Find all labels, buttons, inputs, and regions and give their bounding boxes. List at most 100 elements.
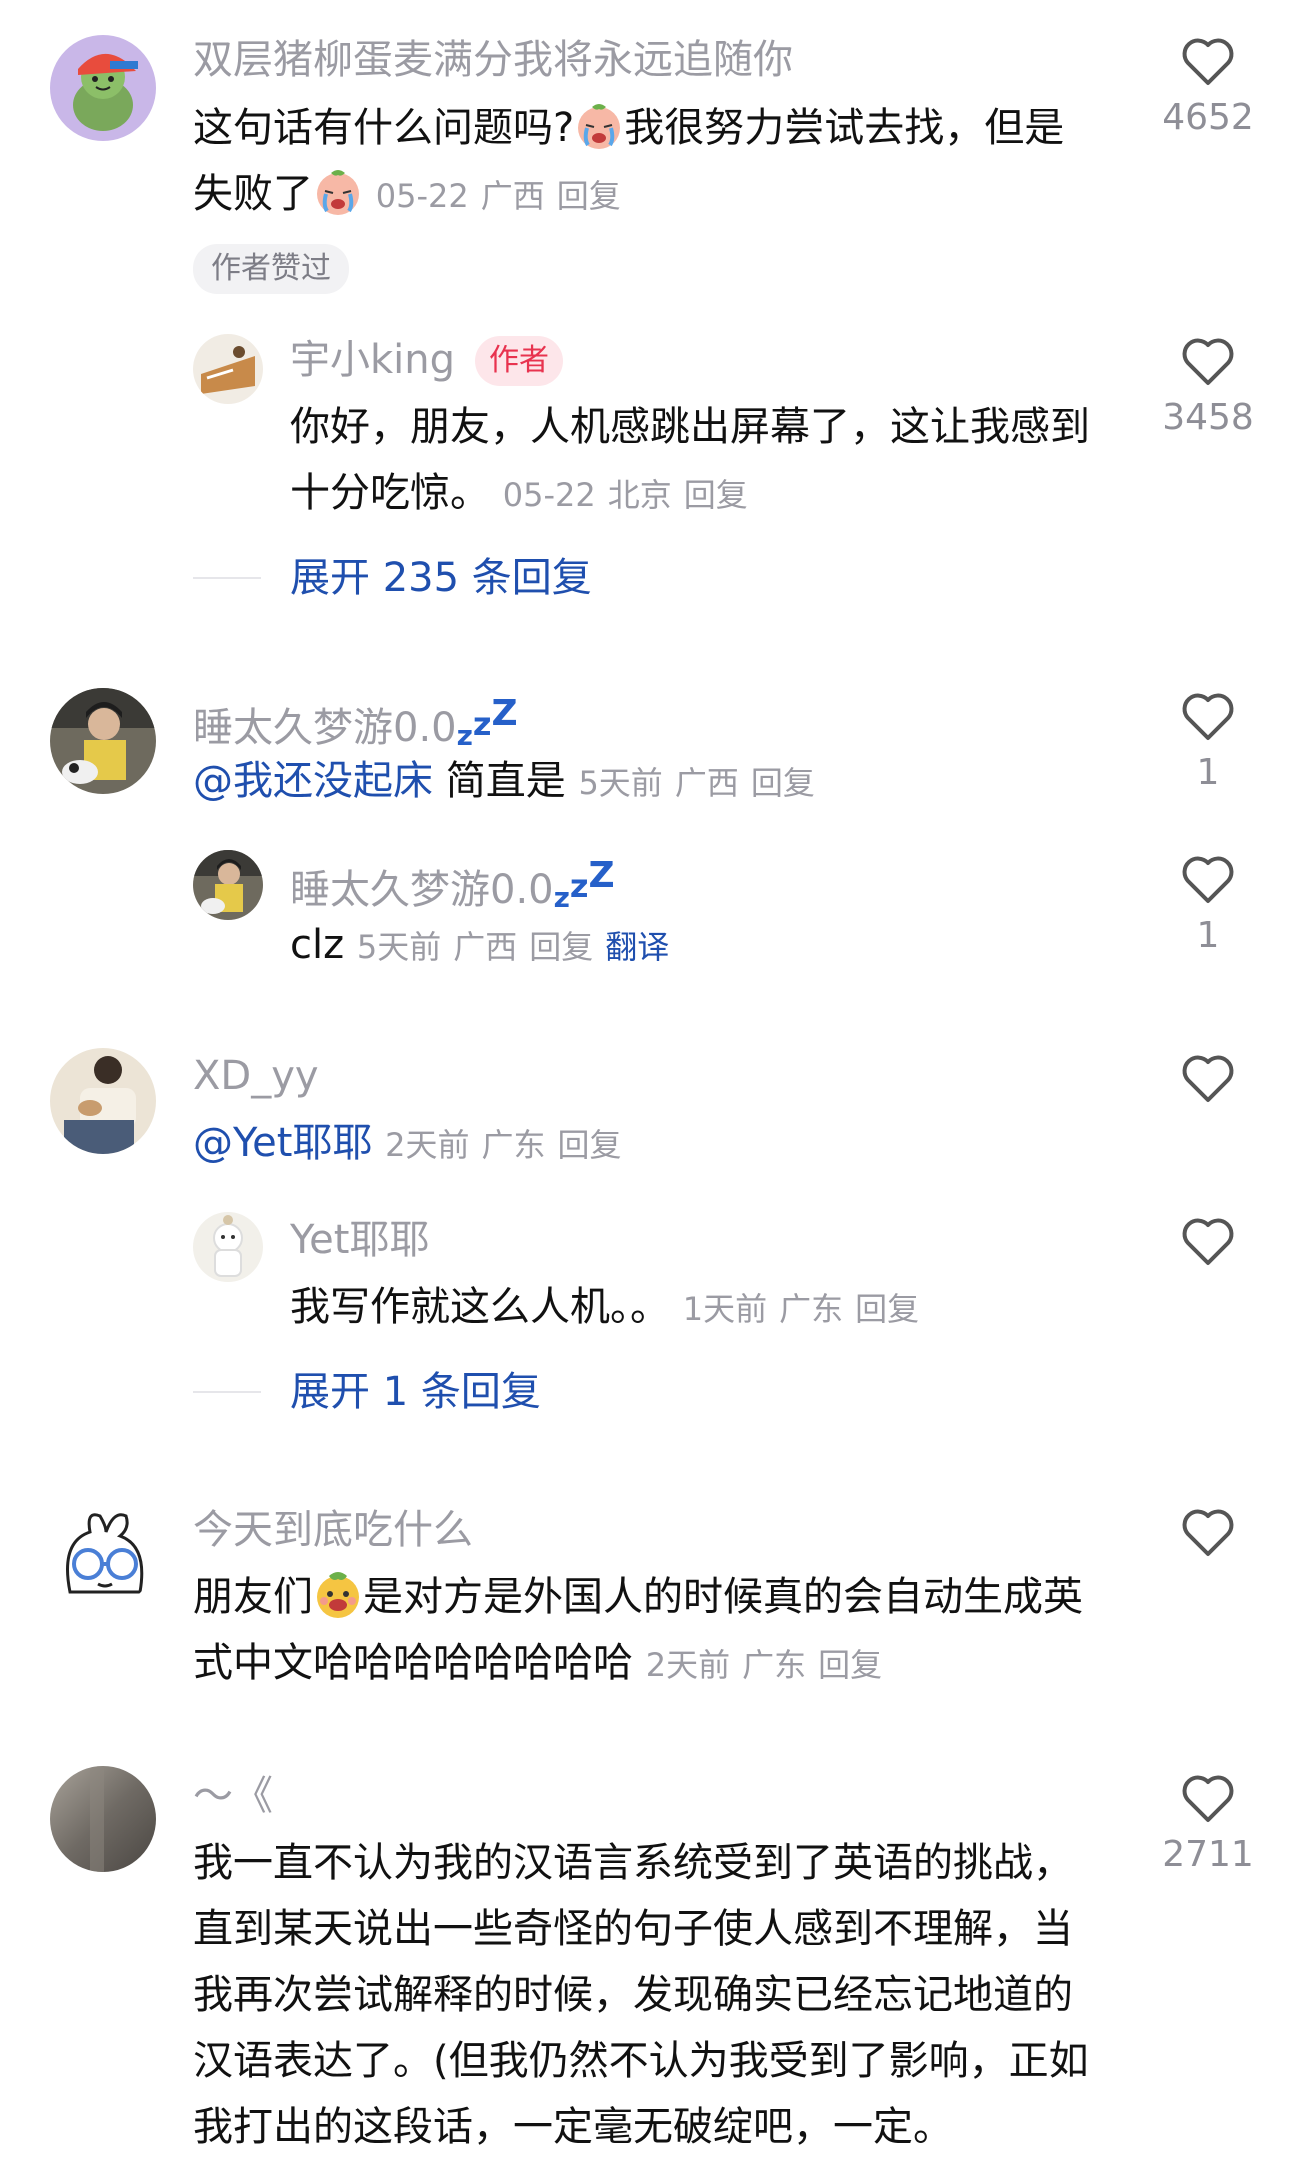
comment-meta: 2天前 广东 回复 (385, 1126, 633, 1164)
expand-replies-button[interactable]: 展开 235 条回复 (290, 553, 592, 603)
heart-outline-icon[interactable] (1180, 1052, 1236, 1104)
comment-location: 广东 (742, 1646, 807, 1684)
reply-meta: 05-22 北京 回复 (503, 476, 760, 514)
reply-location: 广西 (453, 928, 518, 966)
comment-text: @Yet耶耶 2天前 广东 回复 (193, 1110, 1143, 1178)
comment-text-line: 汉语表达了。(但我仍然不认为我受到了影响，正如 (193, 2038, 1089, 2084)
like-control[interactable]: 1 (1148, 690, 1268, 794)
reply-button[interactable]: 回复 (751, 764, 815, 802)
grinning-face-emoji (317, 1572, 359, 1618)
reply-date: 05-22 (502, 476, 596, 514)
like-control[interactable]: 2711 (1148, 1772, 1268, 1876)
reply-meta: 5天前 广西 回复 翻译 (357, 928, 681, 966)
comment-text-part: 简直是 (445, 758, 566, 804)
like-count: 1 (1196, 915, 1220, 956)
reply-text-part: 你好，朋友，人机感跳出屏幕了，这让我感到 (290, 404, 1090, 450)
heart-outline-icon[interactable] (1180, 690, 1236, 742)
username-text: 睡太久梦游0.0 (290, 867, 554, 913)
heart-outline-icon[interactable] (1180, 1772, 1236, 1824)
comment-text: 我一直不认为我的汉语言系统受到了英语的挑战， 直到某天说出一些奇怪的句子使人感到… (193, 1830, 1143, 2160)
reply-username[interactable]: 宇小king (290, 336, 455, 384)
heart-outline-icon[interactable] (1180, 1506, 1236, 1558)
comment-meta: 5天前 广西 回复 (578, 764, 826, 802)
reply-username[interactable]: Yet耶耶 (290, 1216, 429, 1264)
reply-text: 我写作就这么人机。。 1天前 广东 回复 (290, 1274, 1140, 1342)
comment-text-part: 这句话有什么问题吗? (193, 105, 575, 151)
heart-outline-icon[interactable] (1180, 35, 1236, 87)
mention-link[interactable]: @我还没起床 (193, 758, 433, 804)
comment-meta: 05-22 广西 回复 (376, 177, 633, 215)
avatar[interactable] (193, 850, 263, 920)
comment-date: 5天前 (578, 764, 663, 802)
reply-location: 广东 (779, 1290, 844, 1328)
comment-text-line: 我再次尝试解释的时候，发现确实已经忘记地道的 (193, 1972, 1073, 2018)
comment-section: 双层猪柳蛋麦满分我将永远追随你 这句话有什么问题吗? 我很努力尝试去找，但是 失… (0, 0, 1290, 2151)
like-control[interactable]: 1 (1148, 853, 1268, 957)
reply-button[interactable]: 回复 (855, 1290, 919, 1328)
divider (193, 577, 261, 579)
like-control[interactable]: 3458 (1148, 335, 1268, 439)
heart-outline-icon[interactable] (1180, 1215, 1236, 1267)
comment-text-part: 失败了 (193, 171, 313, 217)
comment-location: 广东 (481, 1126, 546, 1164)
reply-location: 北京 (607, 476, 672, 514)
comment-meta: 2天前 广东 回复 (646, 1646, 894, 1684)
reply-button[interactable]: 回复 (684, 476, 748, 514)
expand-replies-button[interactable]: 展开 1 条回复 (290, 1367, 541, 1417)
comment-date: 2天前 (645, 1646, 731, 1684)
avatar[interactable] (50, 1048, 156, 1154)
reply-text-part: clz (290, 922, 345, 968)
avatar[interactable] (50, 1766, 156, 1872)
like-control[interactable] (1148, 1215, 1268, 1267)
reply-date: 1天前 (682, 1290, 768, 1328)
comment-location: 广西 (480, 177, 545, 215)
comment-username[interactable]: XD_yy (193, 1052, 319, 1100)
heart-outline-icon[interactable] (1180, 335, 1236, 387)
comment-username[interactable]: 双层猪柳蛋麦满分我将永远追随你 (193, 36, 793, 84)
author-liked-tag: 作者赞过 (193, 244, 349, 294)
comment-text-part: 朋友们 (193, 1574, 313, 1620)
avatar[interactable] (50, 1502, 156, 1608)
like-count: 4652 (1162, 97, 1254, 138)
comment-text-line: 直到某天说出一些奇怪的句子使人感到不理解，当 (193, 1906, 1073, 1952)
like-control[interactable] (1148, 1506, 1268, 1558)
comment-text-part: 是对方是外国人的时候真的会自动生成英 (363, 1574, 1083, 1620)
comment-text: @我还没起床 简直是 5天前 广西 回复 (193, 748, 1143, 816)
reply-button[interactable]: 回复 (557, 177, 621, 215)
mention-link[interactable]: @Yet耶耶 (193, 1120, 372, 1166)
comment-text-part: 我很努力尝试去找，但是 (624, 105, 1065, 151)
like-count: 3458 (1162, 397, 1254, 438)
like-count: 1 (1196, 752, 1220, 793)
avatar[interactable] (50, 35, 156, 141)
comment-text-line: 我一直不认为我的汉语言系统受到了英语的挑战， (193, 1840, 1073, 1886)
comment-text-part: 式中文哈哈哈哈哈哈哈哈 (193, 1640, 633, 1686)
avatar[interactable] (193, 1212, 263, 1282)
sleep-zzz-icon: zzZ (553, 855, 615, 914)
reply-button[interactable]: 回复 (818, 1646, 882, 1684)
crying-face-emoji (317, 170, 359, 215)
comment-text-line: 我打出的这段话，一定毫无破绽吧，一定。 (193, 2104, 953, 2150)
comment-date: 2天前 (385, 1126, 470, 1164)
crying-face-emoji (578, 104, 621, 149)
sleep-zzz-icon: zzZ (456, 693, 518, 752)
reply-text-part: 十分吃惊。 (290, 470, 490, 516)
translate-button[interactable]: 翻译 (605, 928, 669, 966)
divider (193, 1391, 261, 1393)
comment-location: 广西 (674, 764, 739, 802)
like-control[interactable]: 4652 (1148, 35, 1268, 139)
reply-text: clz 5天前 广西 回复 翻译 (290, 912, 1140, 980)
username-text: 睡太久梦游0.0 (193, 705, 457, 751)
reply-meta: 1天前 广东 回复 (683, 1290, 931, 1328)
avatar[interactable] (193, 334, 263, 404)
reply-date: 5天前 (356, 928, 442, 966)
heart-outline-icon[interactable] (1180, 853, 1236, 905)
reply-text: 你好，朋友，人机感跳出屏幕了，这让我感到 十分吃惊。 05-22 北京 回复 (290, 394, 1140, 528)
comment-username[interactable]: ～《 (193, 1772, 273, 1820)
reply-button[interactable]: 回复 (558, 1126, 622, 1164)
author-badge: 作者 (475, 336, 563, 386)
avatar[interactable] (50, 688, 156, 794)
comment-text: 这句话有什么问题吗? 我很努力尝试去找，但是 失败了 05-22 广西 回复 (193, 95, 1143, 229)
like-control[interactable] (1148, 1052, 1268, 1104)
comment-username[interactable]: 今天到底吃什么 (193, 1506, 473, 1554)
reply-button[interactable]: 回复 (529, 928, 593, 966)
